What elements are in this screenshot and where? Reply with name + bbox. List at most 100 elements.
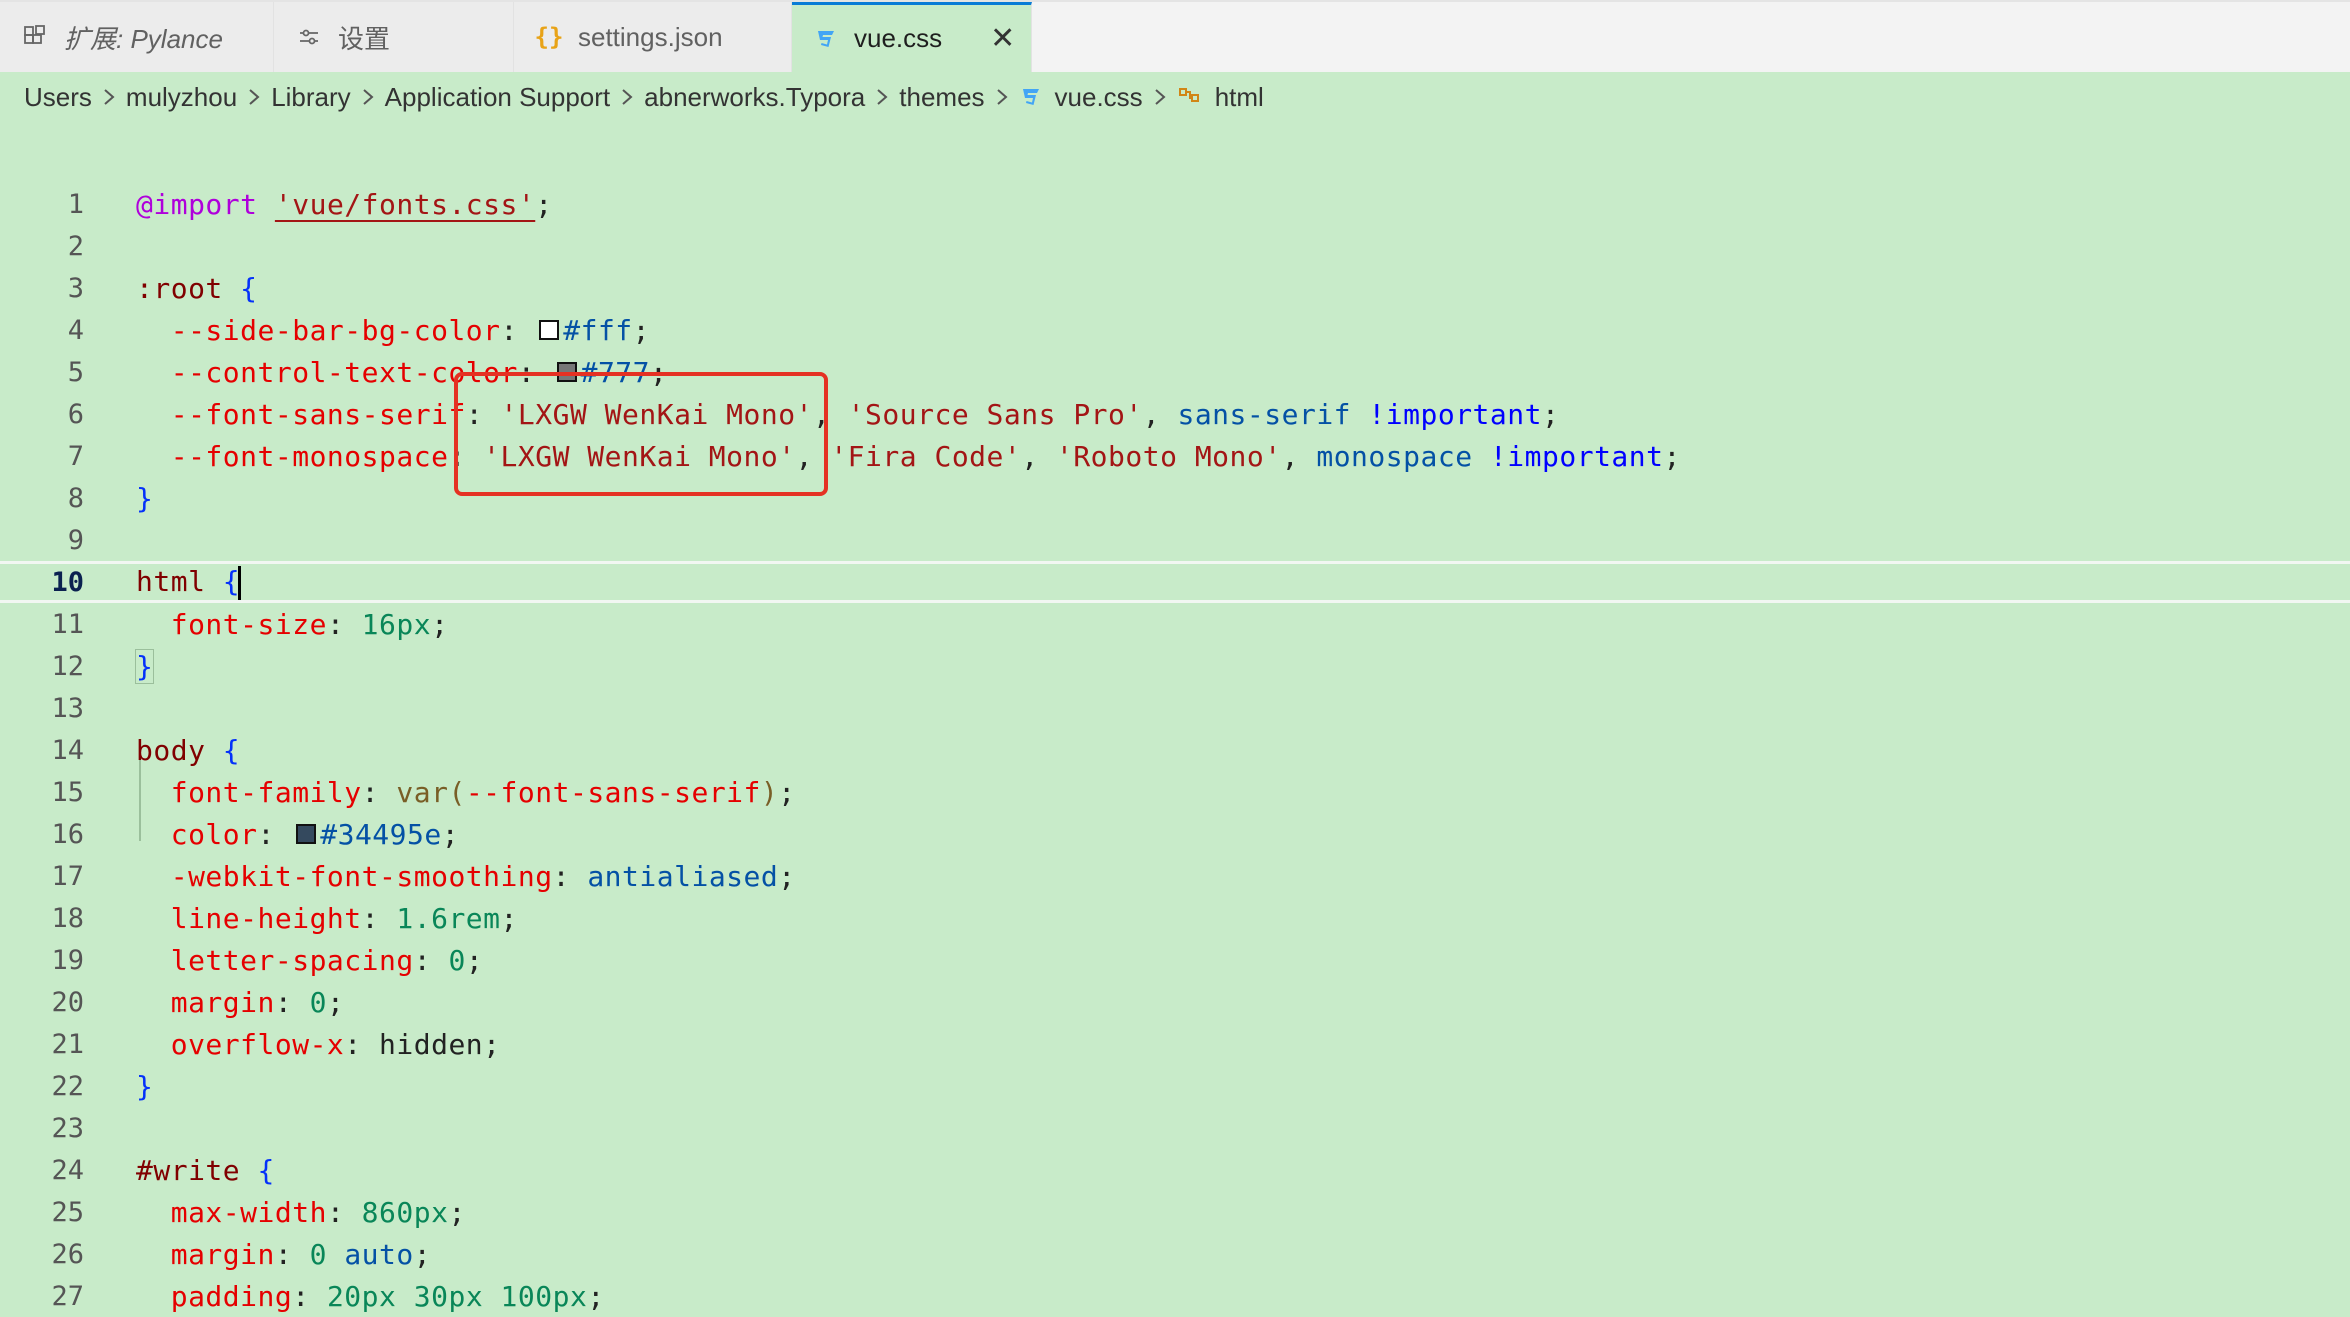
token: ; — [778, 775, 796, 809]
color-swatch[interactable] — [539, 319, 560, 340]
token: -webkit-font-smoothing — [170, 859, 553, 893]
code-line: 23 — [0, 1107, 2350, 1149]
code-text: body { — [136, 734, 240, 767]
token: !important — [1368, 397, 1542, 431]
token: antialiased — [587, 859, 779, 893]
token: font-family — [170, 775, 362, 809]
code-text: padding: 20px 30px 100px; — [136, 1280, 605, 1313]
close-tab-icon[interactable]: ✕ — [990, 23, 1015, 54]
chevron-right-icon — [875, 87, 889, 107]
code-line: 20 margin: 0; — [0, 981, 2350, 1023]
line-number: 7 — [67, 440, 84, 472]
token: 'Fira Code' — [830, 439, 1022, 473]
code-line: 5 --control-text-color: #777; — [0, 351, 2350, 393]
token: , — [1281, 439, 1317, 473]
token: 'Roboto Mono' — [1055, 439, 1282, 473]
token: : — [292, 1279, 327, 1313]
color-swatch[interactable] — [296, 823, 317, 844]
breadcrumb-item-html[interactable]: html — [1215, 82, 1264, 113]
import-link[interactable]: 'vue/fonts.css' — [275, 188, 535, 221]
line-number: 5 — [67, 356, 84, 388]
code-line: 16 color: #34495e; — [0, 813, 2350, 855]
token: : — [274, 985, 310, 1019]
token: ; — [448, 1195, 466, 1229]
token: : — [413, 943, 449, 977]
chevron-right-icon — [1153, 87, 1167, 107]
tab-settings-json[interactable]: {} settings.json — [514, 2, 792, 72]
token: !important — [1489, 439, 1664, 473]
token: ; — [431, 607, 449, 641]
line-number: 24 — [51, 1154, 84, 1186]
code-line: 13 — [0, 687, 2350, 729]
code-text: margin: 0 auto; — [136, 1238, 431, 1271]
token: margin — [170, 1237, 275, 1271]
token: 860px — [361, 1195, 449, 1229]
token: var( — [396, 775, 466, 809]
line-number: 26 — [51, 1238, 84, 1270]
tab-pylance-extension[interactable]: 扩展: Pylance — [0, 2, 274, 72]
tab-label: settings.json — [578, 21, 723, 52]
line-number: 18 — [51, 902, 84, 934]
token: ; — [441, 817, 460, 851]
line-number: 10 — [51, 566, 84, 598]
token: : — [500, 313, 536, 347]
editor-tab-bar: 扩展: Pylance 设置 {} settings.json vue.css … — [0, 0, 2350, 72]
token: ; — [1663, 439, 1681, 473]
token: } — [136, 1069, 154, 1103]
breadcrumb-item-users[interactable]: Users — [24, 82, 92, 113]
code-line: 3 :root { — [0, 267, 2350, 309]
line-number: 12 — [51, 650, 84, 682]
json-braces-icon: {} — [534, 23, 564, 51]
line-number: 3 — [67, 272, 84, 304]
line-number: 22 — [51, 1070, 84, 1102]
breadcrumb-item-typora[interactable]: abnerworks.Typora — [644, 82, 865, 113]
chevron-right-icon — [620, 87, 634, 107]
code-line: 14 body { — [0, 729, 2350, 771]
breadcrumb-item-vue-css[interactable]: vue.css — [1055, 82, 1143, 113]
token: : — [361, 901, 397, 935]
token: sans-serif — [1177, 397, 1352, 431]
token: ) — [760, 775, 779, 809]
token: 0 — [309, 985, 327, 1019]
code-line: 21 overflow-x: hidden; — [0, 1023, 2350, 1065]
code-text: --side-bar-bg-color: #fff; — [136, 314, 650, 347]
breadcrumb-item-themes[interactable]: themes — [899, 82, 984, 113]
code-text: line-height: 1.6rem; — [136, 902, 518, 935]
code-text: font-family: var(--font-sans-serif); — [136, 776, 796, 809]
code-line: 24 #write { — [0, 1149, 2350, 1191]
token: ; — [413, 1237, 432, 1271]
code-editor[interactable]: 1 @import 'vue/fonts.css'; 2 3 :root { 4… — [0, 160, 2350, 1313]
breadcrumb-item-mulyzhou[interactable]: mulyzhou — [126, 82, 237, 113]
tab-vue-css[interactable]: vue.css ✕ — [792, 2, 1032, 72]
token: , — [1142, 397, 1178, 431]
token: { — [222, 733, 241, 767]
line-number: 13 — [51, 692, 84, 724]
token: ; — [1541, 397, 1560, 431]
code-line: 17 -webkit-font-smoothing: antialiased; — [0, 855, 2350, 897]
token: ; — [778, 859, 796, 893]
token: } — [134, 648, 155, 684]
breadcrumb-item-application-support[interactable]: Application Support — [385, 82, 610, 113]
code-line: 6 --font-sans-serif: 'LXGW WenKai Mono',… — [0, 393, 2350, 435]
code-text: margin: 0; — [136, 986, 344, 1019]
token: ; — [483, 1027, 501, 1061]
chevron-right-icon — [247, 87, 261, 107]
code-line: 27 padding: 20px 30px 100px; — [0, 1275, 2350, 1317]
code-text: :root { — [136, 272, 258, 305]
token: #34495e — [320, 817, 442, 851]
token: 0 — [309, 1237, 327, 1271]
token: : — [257, 817, 293, 851]
symbol-class-icon — [1177, 85, 1203, 109]
token: } — [136, 481, 154, 515]
token: : — [274, 1237, 310, 1271]
code-text: --font-monospace: 'LXGW WenKai Mono', 'F… — [136, 440, 1681, 473]
token: ; — [326, 985, 345, 1019]
breadcrumb-item-library[interactable]: Library — [271, 82, 350, 113]
tab-settings[interactable]: 设置 — [274, 2, 514, 72]
token: : — [552, 859, 588, 893]
code-text: } — [136, 482, 153, 515]
settings-sliders-icon — [296, 24, 322, 50]
code-text: } — [134, 648, 155, 684]
line-number: 25 — [51, 1196, 84, 1228]
code-line: 25 max-width: 860px; — [0, 1191, 2350, 1233]
